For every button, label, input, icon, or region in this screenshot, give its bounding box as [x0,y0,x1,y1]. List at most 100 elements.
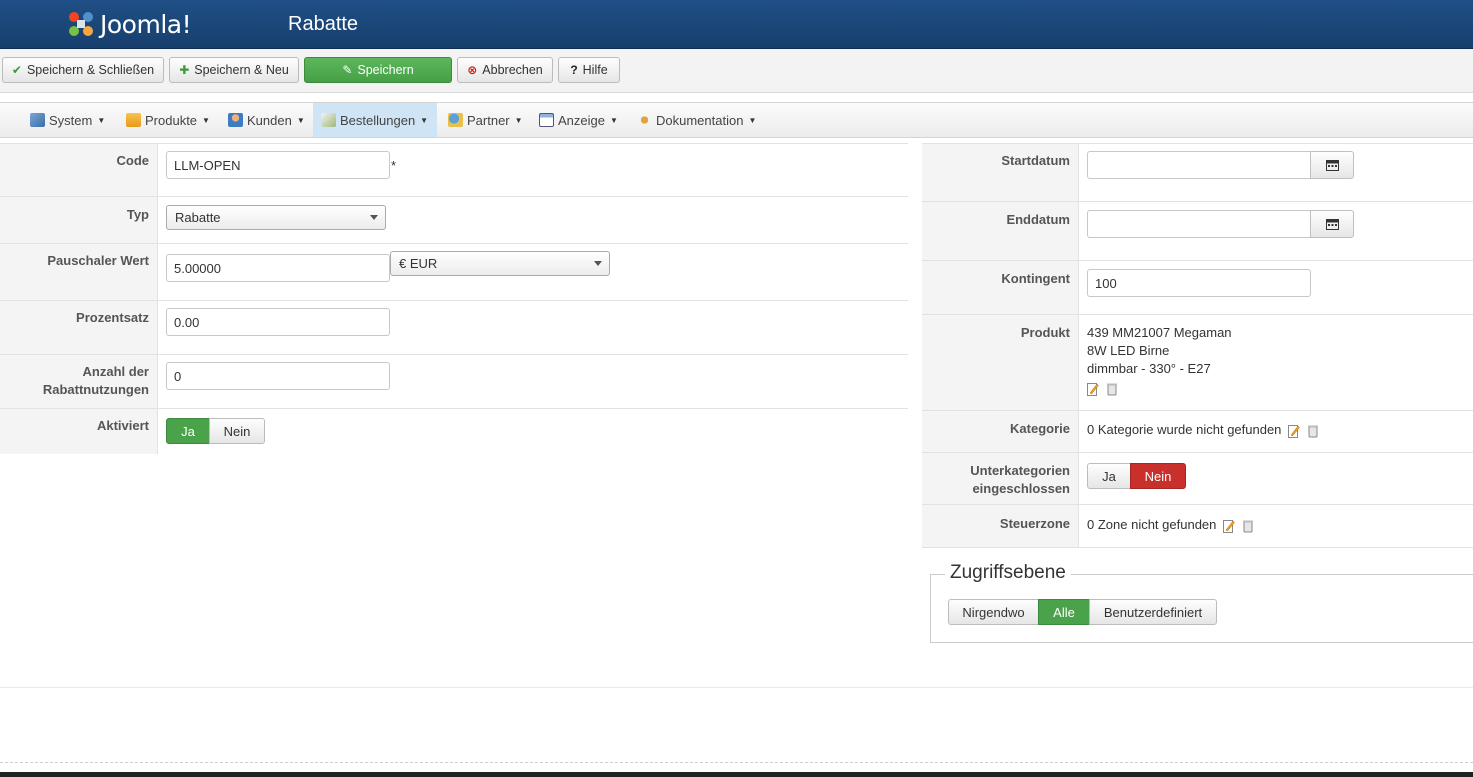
end-date-calendar-button[interactable] [1310,210,1354,238]
logo-text: Joomla! [100,9,192,39]
tax-zone-label: Steuerzone [999,516,1070,531]
save-new-button[interactable]: ✚ Speichern & Neu [169,57,299,83]
menu-display-label: Anzeige [558,112,605,128]
trash-icon[interactable] [1106,382,1118,396]
help-label: Hilfe [582,63,608,77]
start-date-label: Startdatum [1001,153,1070,168]
window-icon [539,113,554,127]
percent-label: Prozentsatz [76,310,149,325]
menu-partner[interactable]: Partner ▼ [440,103,531,137]
divider [0,243,908,244]
uses-label: Anzahl der Rabattnutzungen [0,363,149,399]
active-yes-toggle[interactable]: Ja [166,418,210,444]
uses-label-line2: Rabattnutzungen [42,382,149,397]
divider [0,408,908,409]
product-line-2: 8W LED Birne [1087,343,1170,358]
menu-products[interactable]: Produkte ▼ [118,103,218,137]
type-select[interactable]: Rabatte [166,205,386,230]
save-close-label: Speichern & Schließen [26,63,155,77]
save-close-button[interactable]: ✔ Speichern & Schließen [2,57,164,83]
divider [922,452,1473,453]
divider [922,201,1473,202]
caret-icon: ▼ [296,115,305,125]
divider [922,260,1473,261]
quota-input[interactable]: 100 [1087,269,1311,297]
save-label: Speichern [357,63,414,77]
menu-orders[interactable]: Bestellungen ▼ [313,103,437,137]
divider [0,300,908,301]
divider [0,687,1473,688]
quota-label: Kontingent [1001,271,1070,286]
subcategories-no-toggle[interactable]: Nein [1130,463,1186,489]
percent-input[interactable]: 0.00 [166,308,390,336]
page-title: Rabatte [288,13,359,35]
menu-products-label: Produkte [145,112,198,128]
flat-value-label: Pauschaler Wert [47,253,149,268]
end-date-label: Enddatum [1006,212,1070,227]
access-nowhere-toggle[interactable]: Nirgendwo [948,599,1039,625]
bottom-bar [0,772,1473,777]
access-all-toggle[interactable]: Alle [1038,599,1090,625]
divider [0,354,908,355]
caret-icon: ▼ [97,115,106,125]
divider [922,547,1473,548]
plus-icon: ✚ [179,63,190,77]
main-menu: System ▼ Produkte ▼ Kunden ▼ Bestellungen ▼ … [0,102,1473,138]
cancel-button[interactable]: ⊗ Abbrechen [457,57,553,83]
joomla-logo[interactable]: Joomla! [66,7,192,41]
trash-icon[interactable] [1242,519,1254,533]
flat-value-input[interactable]: 5.00000 [166,254,390,282]
top-header: Joomla! Rabatte [0,0,1473,49]
caret-icon: ▼ [420,115,429,125]
divider [0,143,908,144]
caret-icon: ▼ [609,115,618,125]
menu-documentation[interactable]: Dokumentation ▼ [629,103,764,137]
divider [922,314,1473,315]
active-no-toggle[interactable]: Nein [209,418,265,444]
joomla-logo-icon [69,12,93,36]
menu-customers-label: Kunden [247,112,292,128]
edit-icon[interactable] [1087,382,1099,396]
question-icon: ? [570,63,578,77]
menu-display[interactable]: Anzeige ▼ [531,103,626,137]
required-mark: * [391,158,397,173]
start-date-calendar-button[interactable] [1310,151,1354,179]
save-new-label: Speichern & Neu [194,63,289,77]
start-date-input[interactable] [1087,151,1311,179]
caret-icon: ▼ [514,115,523,125]
code-label: Code [116,153,150,168]
product-label: Produkt [1020,325,1070,340]
edit-icon[interactable] [1288,424,1300,438]
cancel-icon: ⊗ [467,63,478,77]
menu-customers[interactable]: Kunden ▼ [220,103,313,137]
divider [922,410,1473,411]
end-date-input[interactable] [1087,210,1311,238]
edit-icon[interactable] [1223,519,1235,533]
caret-icon: ▼ [202,115,210,125]
chevron-down-icon [594,261,602,266]
subcategories-yes-toggle[interactable]: Ja [1087,463,1131,489]
tools-icon [30,113,45,127]
uses-label-line1: Anzahl der [82,364,149,379]
access-level-legend: Zugriffsebene [945,562,1071,584]
currency-select[interactable]: € EUR [390,251,610,276]
gears-icon [637,113,652,127]
access-custom-toggle[interactable]: Benutzerdefiniert [1089,599,1217,625]
menu-documentation-label: Dokumentation [656,112,744,128]
menu-system-label: System [49,112,93,128]
code-input[interactable]: LLM-OPEN [166,151,390,179]
orders-icon [321,113,336,127]
currency-select-value: € EUR [399,256,438,271]
menu-system[interactable]: System ▼ [22,103,113,137]
product-value: 439 MM21007 Megaman 8W LED Birne dimmbar… [1087,324,1232,397]
calendar-icon [1325,160,1339,171]
subcategories-label-line1: Unterkategorien [970,463,1070,478]
uses-input[interactable]: 0 [166,362,390,390]
help-button[interactable]: ? Hilfe [558,57,620,83]
trash-icon[interactable] [1307,424,1319,438]
save-button[interactable]: ✎ Speichern [304,57,452,83]
tax-zone-value-text: 0 Zone nicht gefunden [1087,517,1217,532]
subcategories-label-line2: eingeschlossen [972,481,1070,496]
chevron-down-icon [370,215,378,220]
category-value-text: 0 Kategorie wurde nicht gefunden [1087,422,1282,437]
